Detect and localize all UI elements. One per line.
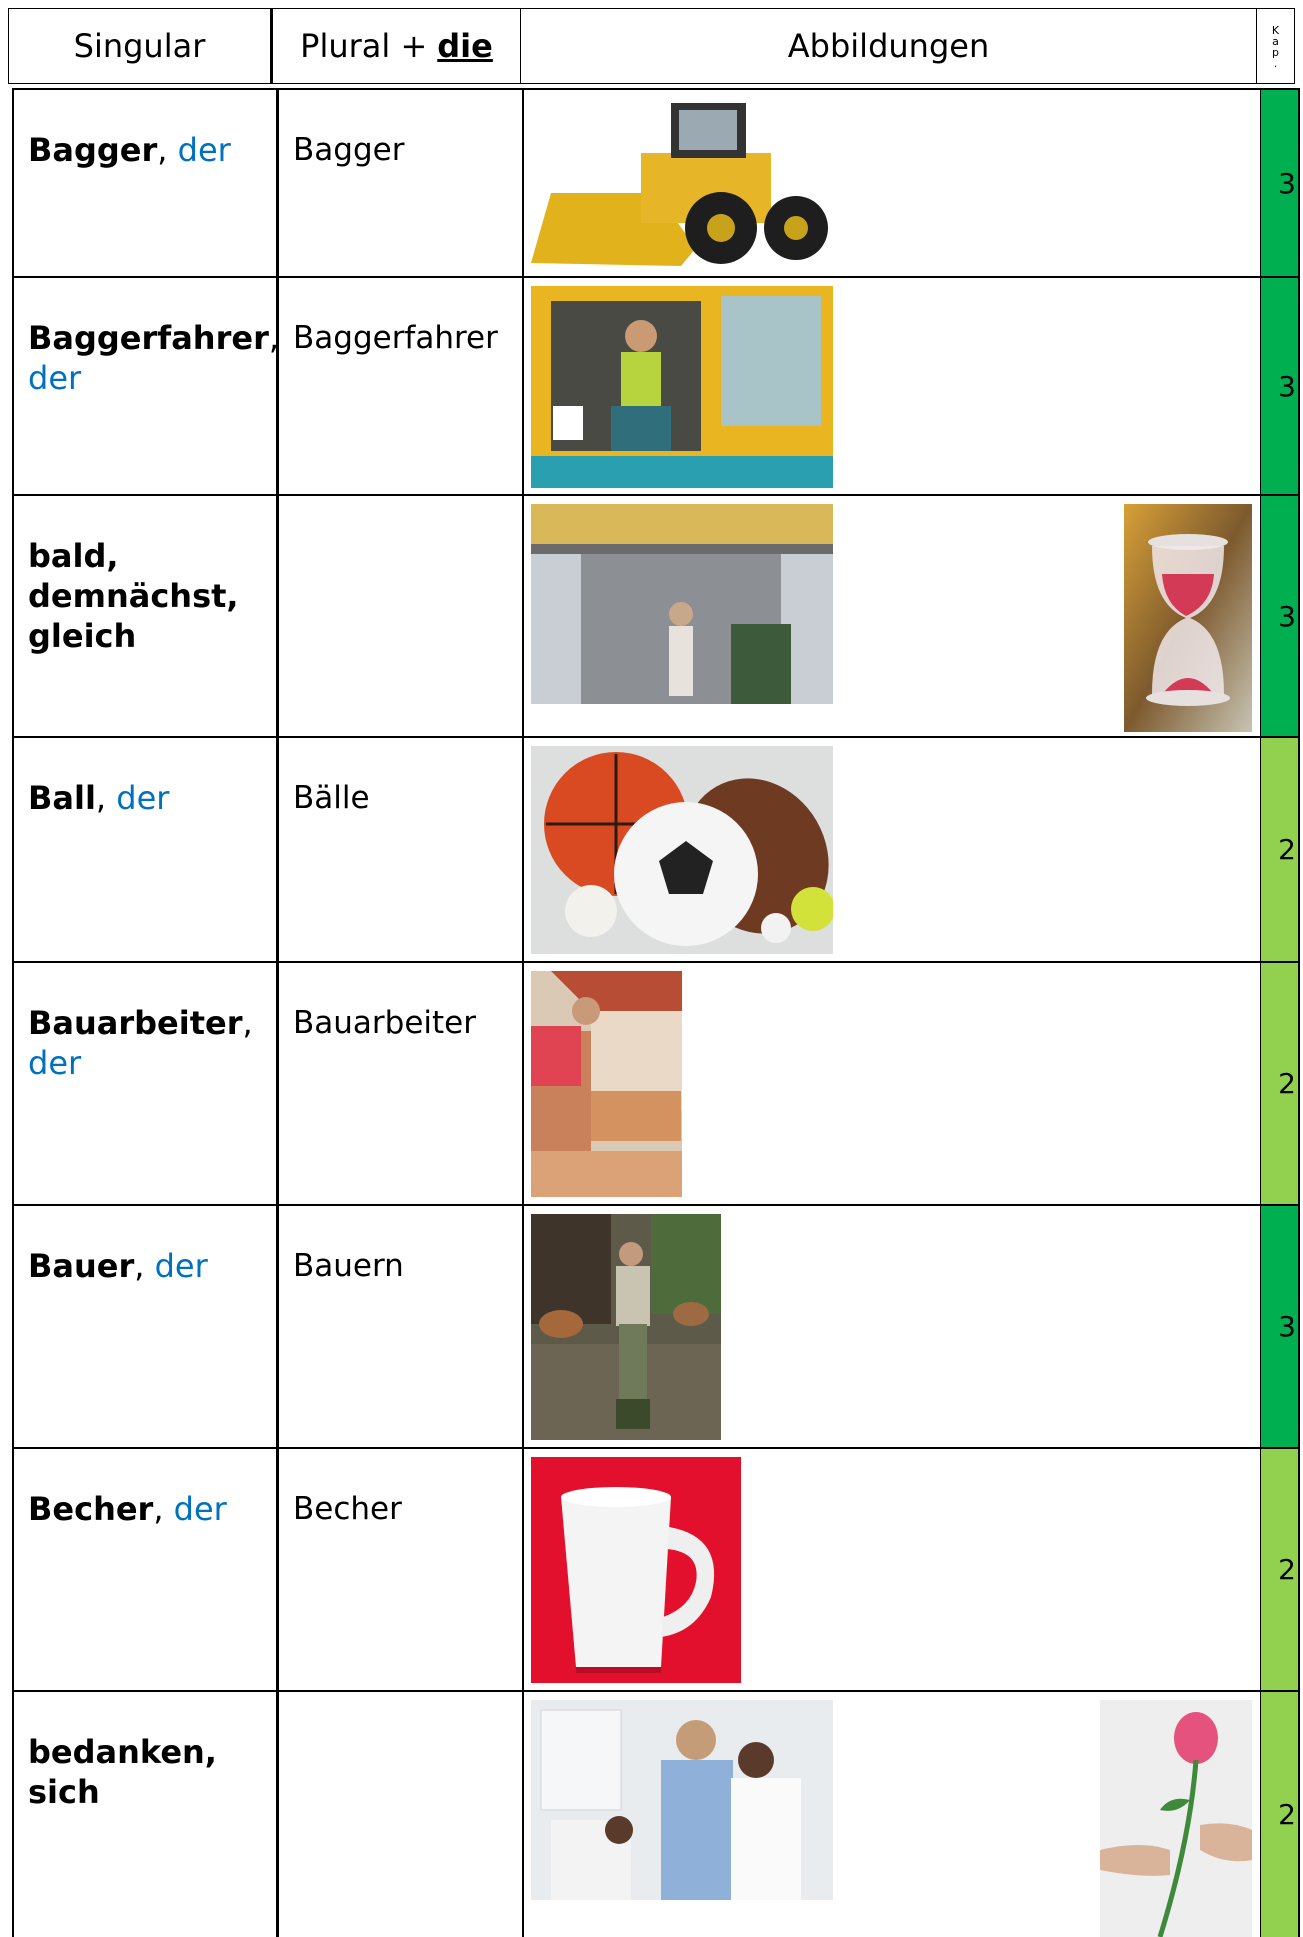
chapter-badge: 2 <box>1260 1692 1298 1937</box>
header-images: Abbildungen <box>521 9 1257 83</box>
excavator-driver-photo-icon <box>531 286 833 488</box>
article: der <box>28 359 82 397</box>
table-row: bald, demnächst, gleich 3 <box>12 496 1300 738</box>
singular-word: Bauarbeiter <box>28 1004 243 1042</box>
singular-cell: Ball, der <box>14 738 279 961</box>
vocabulary-table: Bagger, der Bagger 3 Baggerfahrer, der B… <box>12 88 1300 1937</box>
table-row: Bauarbeiter, der Bauarbeiter 2 <box>12 963 1300 1206</box>
singular-word: bald, demnächst, gleich <box>28 537 239 655</box>
plural-cell <box>279 496 524 736</box>
farmer-with-cows-photo-icon <box>531 1214 721 1440</box>
construction-worker-bricks-photo-icon <box>531 971 682 1197</box>
singular-word: Bauer <box>28 1247 135 1285</box>
plural-cell: Bauern <box>279 1206 524 1447</box>
header-kap: K a p . <box>1257 9 1294 83</box>
header-plural-article: die <box>437 27 493 65</box>
singular-word: Bagger <box>28 131 158 169</box>
separator: , <box>153 1490 164 1528</box>
plural-cell: Becher <box>279 1449 524 1690</box>
singular-cell: Becher, der <box>14 1449 279 1690</box>
table-row: Ball, der Bälle 2 <box>12 738 1300 963</box>
table-row: Baggerfahrer, der Baggerfahrer 3 <box>12 278 1300 496</box>
chapter-badge: 2 <box>1260 963 1298 1204</box>
white-mug-photo-icon <box>531 1457 741 1683</box>
patient-thanking-doctor-photo-icon <box>531 1700 833 1900</box>
images-cell <box>524 278 1260 494</box>
wheel-loader-photo-icon <box>531 98 833 268</box>
chapter-badge: 3 <box>1260 278 1298 494</box>
article: der <box>173 1490 227 1528</box>
singular-word: Ball <box>28 779 96 817</box>
header-kap-letter: . <box>1273 57 1278 70</box>
header-plural: Plural + die <box>273 9 521 83</box>
article: der <box>154 1247 208 1285</box>
images-cell <box>524 496 1260 736</box>
table-row: bedanken, sich 2 <box>12 1692 1300 1937</box>
chapter-badge: 2 <box>1260 738 1298 961</box>
table-header: Singular Plural + die Abbildungen K a p … <box>8 8 1295 84</box>
singular-cell: Bauarbeiter, der <box>14 963 279 1204</box>
sports-balls-photo-icon <box>531 746 833 954</box>
images-cell <box>524 738 1260 961</box>
woman-opening-shop-shutter-photo-icon <box>531 504 833 704</box>
singular-cell: bedanken, sich <box>14 1692 279 1937</box>
plural-cell: Baggerfahrer <box>279 278 524 494</box>
article: der <box>28 1044 82 1082</box>
singular-cell: Bagger, der <box>14 90 279 276</box>
singular-word: bedanken, sich <box>28 1733 217 1811</box>
chapter-badge: 2 <box>1260 1449 1298 1690</box>
singular-cell: bald, demnächst, gleich <box>14 496 279 736</box>
hourglass-photo-icon <box>1124 504 1252 732</box>
images-cell <box>524 1206 1260 1447</box>
separator: , <box>157 131 168 169</box>
table-row: Becher, der Becher 2 <box>12 1449 1300 1692</box>
plural-cell <box>279 1692 524 1937</box>
plural-cell: Bälle <box>279 738 524 961</box>
separator: , <box>268 319 280 357</box>
header-plural-label: Plural + <box>300 27 428 65</box>
chapter-badge: 3 <box>1260 496 1298 736</box>
separator: , <box>134 1247 145 1285</box>
hand-giving-rose-photo-icon <box>1100 1700 1252 1937</box>
separator: , <box>95 779 107 817</box>
table-row: Bagger, der Bagger 3 <box>12 90 1300 278</box>
images-cell <box>524 90 1260 276</box>
chapter-badge: 3 <box>1260 1206 1298 1447</box>
chapter-badge: 3 <box>1260 90 1298 276</box>
article: der <box>116 779 170 817</box>
plural-cell: Bagger <box>279 90 524 276</box>
singular-cell: Baggerfahrer, der <box>14 278 279 494</box>
images-cell <box>524 963 1260 1204</box>
singular-word: Becher <box>28 1490 154 1528</box>
plural-cell: Bauarbeiter <box>279 963 524 1204</box>
images-cell <box>524 1449 1260 1690</box>
images-cell <box>524 1692 1260 1937</box>
separator: , <box>242 1004 253 1042</box>
article: der <box>177 131 231 169</box>
singular-word: Baggerfahrer <box>28 319 269 357</box>
header-singular: Singular <box>9 9 273 83</box>
table-row: Bauer, der Bauern 3 <box>12 1206 1300 1449</box>
singular-cell: Bauer, der <box>14 1206 279 1447</box>
